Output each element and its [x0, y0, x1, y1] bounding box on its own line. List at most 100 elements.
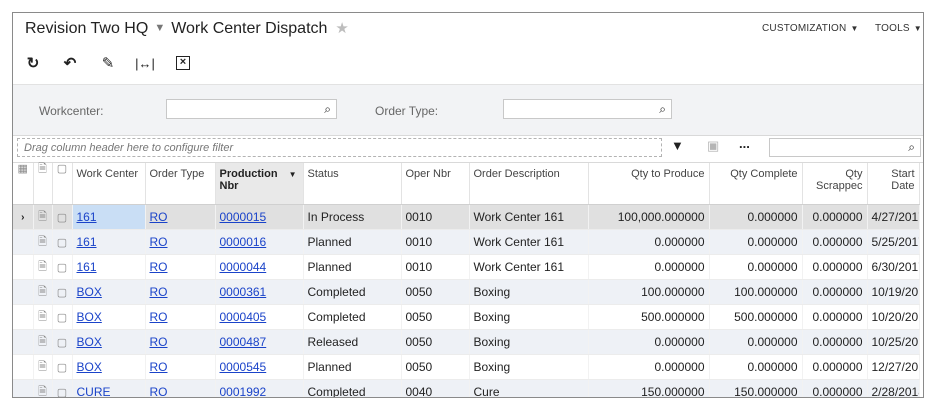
- work-center-cell[interactable]: 161: [72, 254, 146, 280]
- production-nbr-link[interactable]: 0000044: [220, 260, 267, 274]
- grid-search-input[interactable]: ⌕: [769, 138, 921, 157]
- work-center-cell[interactable]: BOX: [72, 354, 146, 380]
- favorite-star-icon[interactable]: ★: [335, 20, 348, 37]
- tools-menu[interactable]: TOOLS ▼: [875, 23, 922, 34]
- more-options-button[interactable]: ...: [739, 136, 750, 151]
- table-row[interactable]: 🗎 ▢ BOX RO 0000405 Completed 0050 Boxing…: [13, 304, 920, 330]
- order-type-link[interactable]: RO: [150, 385, 168, 397]
- undo-button[interactable]: ↶: [58, 51, 82, 75]
- work-center-cell[interactable]: BOX: [72, 329, 146, 355]
- search-icon[interactable]: ⌕: [908, 140, 915, 155]
- production-nbr-cell[interactable]: 0000016: [215, 229, 304, 255]
- table-row[interactable]: 🗎 ▢ CURE RO 0001992 Completed 0040 Cure …: [13, 379, 920, 397]
- work-center-link[interactable]: BOX: [77, 335, 102, 349]
- table-row[interactable]: 🗎 ▢ BOX RO 0000361 Completed 0050 Boxing…: [13, 279, 920, 305]
- attachment-icon[interactable]: 🗎: [33, 254, 53, 280]
- order-type-cell[interactable]: RO: [145, 254, 216, 280]
- table-row[interactable]: › 🗎 ▢ 161 RO 0000015 In Process 0010 Wor…: [13, 204, 920, 230]
- order-type-link[interactable]: RO: [150, 335, 168, 349]
- work-center-link[interactable]: BOX: [77, 285, 102, 299]
- production-nbr-link[interactable]: 0000015: [220, 210, 267, 224]
- refresh-button[interactable]: ↻: [21, 51, 45, 75]
- order-type-cell[interactable]: RO: [145, 204, 216, 230]
- note-icon[interactable]: ▢: [52, 204, 73, 230]
- work-center-link[interactable]: 161: [77, 235, 97, 249]
- order-type-link[interactable]: RO: [150, 285, 168, 299]
- production-nbr-link[interactable]: 0000487: [220, 335, 267, 349]
- order-description-header[interactable]: Order Description: [469, 163, 589, 205]
- production-nbr-link[interactable]: 0000545: [220, 360, 267, 374]
- customization-menu[interactable]: CUSTOMIZATION ▼: [762, 23, 859, 34]
- note-icon[interactable]: ▢: [52, 229, 73, 255]
- row-selector[interactable]: [13, 304, 34, 330]
- work-center-cell[interactable]: CURE: [72, 379, 146, 397]
- start-date-header[interactable]: Start Date: [867, 163, 920, 205]
- production-nbr-link[interactable]: 0000016: [220, 235, 267, 249]
- export-excel-button[interactable]: ×: [171, 51, 195, 75]
- row-selector-header[interactable]: ▦: [13, 163, 34, 205]
- note-icon[interactable]: ▢: [52, 254, 73, 280]
- order-type-cell[interactable]: RO: [145, 229, 216, 255]
- work-center-link[interactable]: BOX: [77, 360, 102, 374]
- order-type-link[interactable]: RO: [150, 260, 168, 274]
- production-nbr-cell[interactable]: 0000405: [215, 304, 304, 330]
- save-icon[interactable]: ▣: [707, 138, 719, 154]
- qty-scrapped-header[interactable]: Qty Scrappec: [802, 163, 868, 205]
- work-center-link[interactable]: CURE: [77, 385, 111, 397]
- fit-columns-button[interactable]: |↔|: [133, 51, 157, 75]
- work-center-cell[interactable]: BOX: [72, 279, 146, 305]
- note-icon[interactable]: ▢: [52, 379, 73, 397]
- workcenter-input[interactable]: ⌕: [166, 99, 337, 119]
- table-row[interactable]: 🗎 ▢ BOX RO 0000545 Planned 0050 Boxing 0…: [13, 354, 920, 380]
- work-center-cell[interactable]: 161: [72, 204, 146, 230]
- attachment-icon[interactable]: 🗎: [33, 229, 53, 255]
- note-icon[interactable]: ▢: [52, 354, 73, 380]
- work-center-cell[interactable]: BOX: [72, 304, 146, 330]
- attachment-icon[interactable]: 🗎: [33, 279, 53, 305]
- production-nbr-cell[interactable]: 0000044: [215, 254, 304, 280]
- note-icon[interactable]: ▢: [52, 279, 73, 305]
- row-selector[interactable]: [13, 279, 34, 305]
- order-type-link[interactable]: RO: [150, 210, 168, 224]
- row-selector[interactable]: [13, 354, 34, 380]
- row-selector[interactable]: [13, 254, 34, 280]
- production-nbr-cell[interactable]: 0000545: [215, 354, 304, 380]
- production-nbr-link[interactable]: 0001992: [220, 385, 267, 397]
- attachment-icon[interactable]: 🗎: [33, 329, 53, 355]
- search-icon[interactable]: ⌕: [324, 102, 331, 117]
- work-center-link[interactable]: 161: [77, 210, 97, 224]
- production-nbr-cell[interactable]: 0000015: [215, 204, 304, 230]
- oper-nbr-header[interactable]: Oper Nbr: [401, 163, 470, 205]
- production-nbr-cell[interactable]: 0001992: [215, 379, 304, 397]
- search-icon[interactable]: ⌕: [659, 102, 666, 117]
- attachment-icon[interactable]: 🗎: [33, 354, 53, 380]
- production-nbr-cell[interactable]: 0000487: [215, 329, 304, 355]
- order-type-header[interactable]: Order Type: [145, 163, 216, 205]
- table-row[interactable]: 🗎 ▢ BOX RO 0000487 Released 0050 Boxing …: [13, 329, 920, 355]
- attachment-icon[interactable]: 🗎: [33, 304, 53, 330]
- order-type-link[interactable]: RO: [150, 360, 168, 374]
- work-center-link[interactable]: 161: [77, 260, 97, 274]
- production-nbr-link[interactable]: 0000361: [220, 285, 267, 299]
- production-nbr-link[interactable]: 0000405: [220, 310, 267, 324]
- order-type-link[interactable]: RO: [150, 310, 168, 324]
- note-icon[interactable]: ▢: [52, 329, 73, 355]
- table-row[interactable]: 🗎 ▢ 161 RO 0000016 Planned 0010 Work Cen…: [13, 229, 920, 255]
- grid-settings-icon[interactable]: ▦: [18, 163, 28, 175]
- order-type-input[interactable]: ⌕: [503, 99, 672, 119]
- row-selector[interactable]: [13, 229, 34, 255]
- group-by-drop-area[interactable]: Drag column header here to configure fil…: [17, 138, 662, 157]
- work-center-header[interactable]: Work Center: [72, 163, 146, 205]
- company-name[interactable]: Revision Two HQ: [25, 20, 148, 37]
- order-type-cell[interactable]: RO: [145, 304, 216, 330]
- order-type-cell[interactable]: RO: [145, 354, 216, 380]
- production-nbr-cell[interactable]: 0000361: [215, 279, 304, 305]
- work-center-cell[interactable]: 161: [72, 229, 146, 255]
- order-type-cell[interactable]: RO: [145, 379, 216, 397]
- qty-to-produce-header[interactable]: Qty to Produce: [588, 163, 710, 205]
- work-center-link[interactable]: BOX: [77, 310, 102, 324]
- qty-complete-header[interactable]: Qty Complete: [709, 163, 803, 205]
- production-nbr-header[interactable]: Production Nbr ▼: [215, 163, 304, 205]
- order-type-cell[interactable]: RO: [145, 329, 216, 355]
- filter-icon[interactable]: ▼: [671, 138, 684, 153]
